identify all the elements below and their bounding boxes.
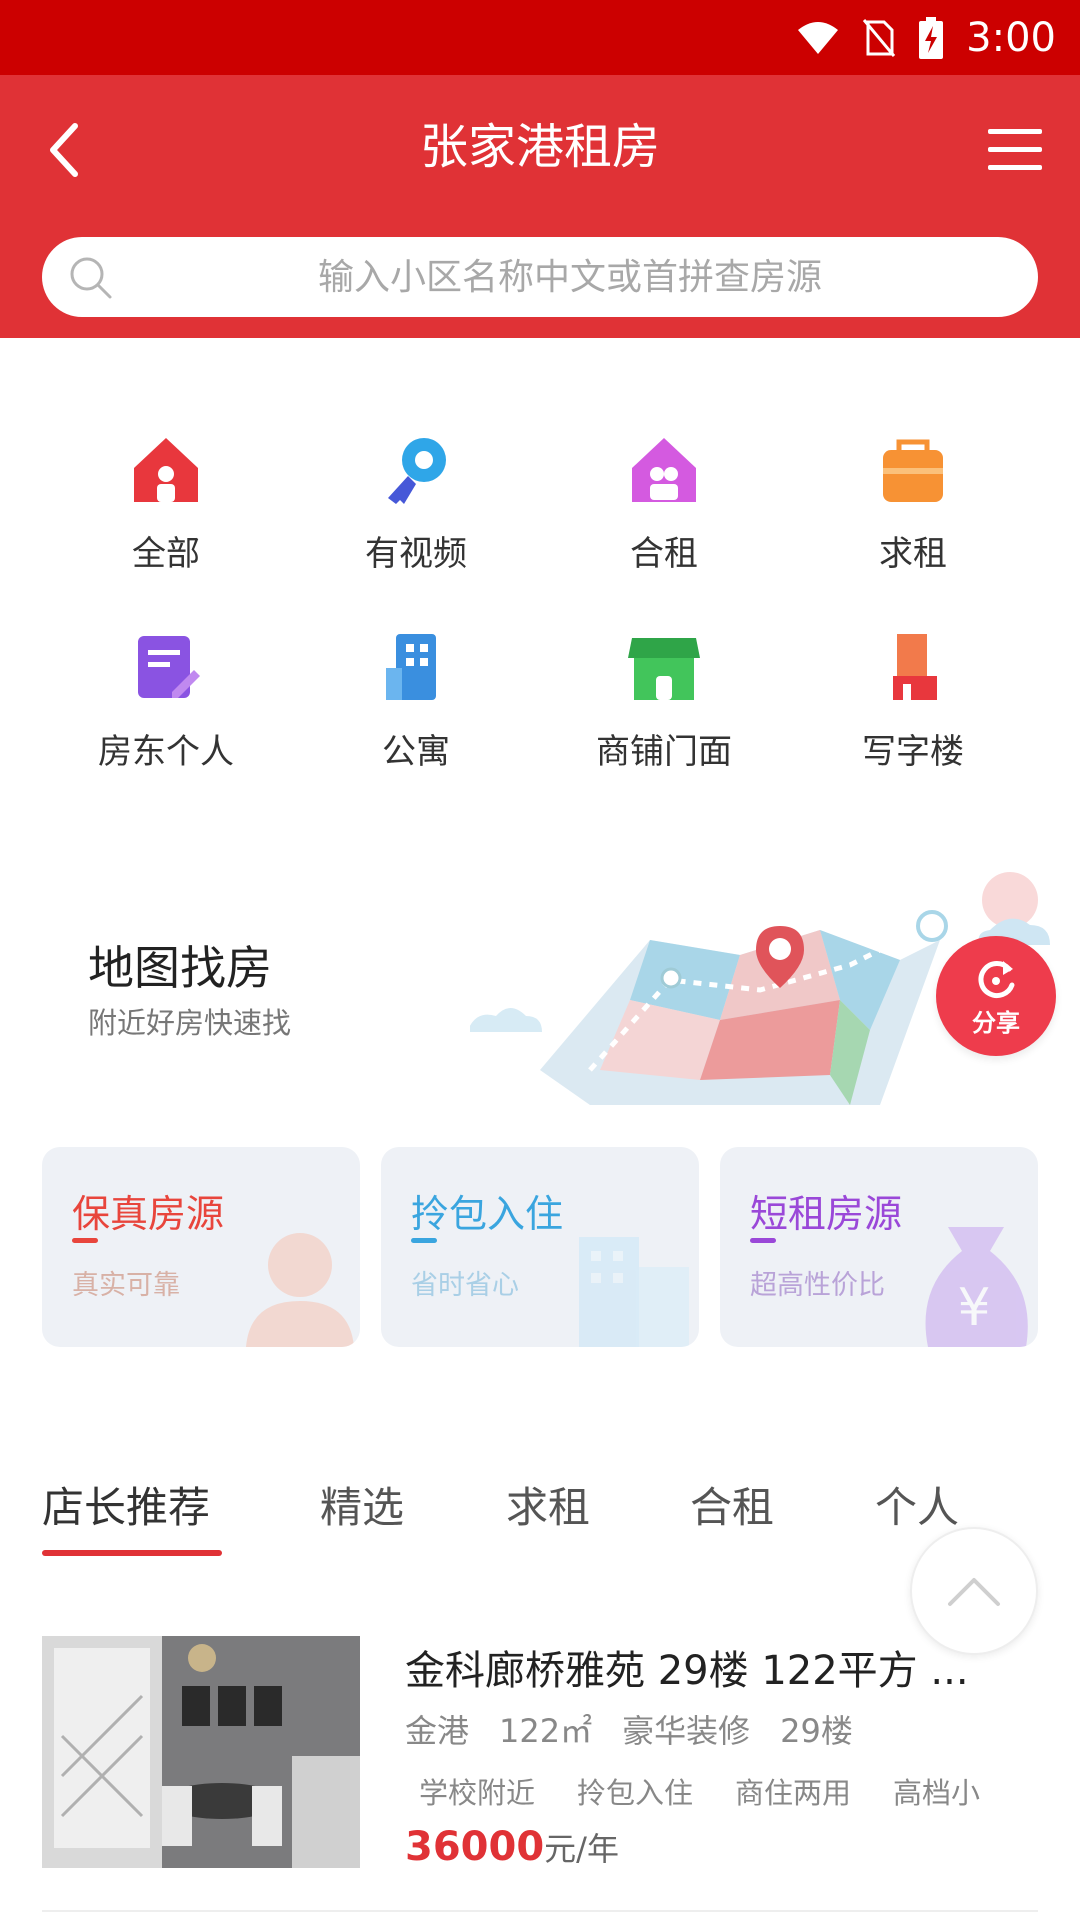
search-bar[interactable] (42, 237, 1038, 317)
tab-recommended[interactable]: 店长推荐 (42, 1474, 210, 1535)
divider (42, 1910, 1038, 1912)
shop-icon (628, 638, 700, 700)
listing-tags: 学校附近 拎包入住 商住两用 高档小 (405, 1770, 1040, 1812)
page-title: 张家港租房 (419, 119, 660, 175)
tab-seek[interactable]: 求租 (506, 1474, 590, 1535)
category-label: 求租 (879, 534, 947, 574)
battery-charging-icon (919, 16, 944, 59)
card-title: 保真房源 (72, 1192, 225, 1236)
map-title: 地图找房 (88, 941, 272, 995)
search-icon (70, 257, 112, 299)
category-label: 有视频 (365, 534, 467, 574)
tab-selected[interactable]: 精选 (320, 1474, 404, 1535)
category-seek[interactable]: 求租 (813, 430, 1013, 590)
map-search-banner[interactable]: 地图找房 附近好房快速找 (0, 870, 1080, 1110)
office-building-icon (893, 634, 937, 700)
card-underline (750, 1238, 776, 1243)
card-subtitle: 超高性价比 (750, 1270, 885, 1301)
listing-area: 金港 (405, 1712, 470, 1750)
tab-shared[interactable]: 合租 (690, 1474, 774, 1535)
category-label: 全部 (132, 534, 200, 574)
bag-icon (883, 439, 943, 502)
listing-tag: 高档小 (893, 1776, 981, 1810)
category-office[interactable]: 写字楼 (813, 628, 1013, 788)
price-unit: 元/年 (544, 1830, 619, 1868)
listing-floor: 29楼 (780, 1712, 853, 1750)
category-apartment[interactable]: 公寓 (316, 628, 516, 788)
card-title: 短租房源 (750, 1192, 903, 1236)
category-label: 合租 (630, 534, 698, 574)
category-video[interactable]: 有视频 (316, 430, 516, 590)
category-label: 房东个人 (98, 732, 234, 772)
card-underline (411, 1238, 437, 1243)
listing-tag: 学校附近 (419, 1776, 536, 1810)
card-subtitle: 真实可靠 (72, 1270, 180, 1301)
listing-size: 122㎡ (499, 1712, 593, 1750)
category-label: 商铺门面 (596, 732, 732, 772)
shared-house-icon (632, 438, 696, 502)
status-icons: 3:00 (796, 0, 1056, 75)
listing-photo (42, 1636, 360, 1868)
house-icon (134, 438, 198, 502)
list-item[interactable]: 金科廊桥雅苑 29楼 122平方 ... 金港 122㎡ 豪华装修 29楼 学校附近 拎… (0, 1630, 1080, 1920)
share-label: 分享 (972, 1008, 1020, 1037)
category-all[interactable]: 全部 (66, 430, 266, 590)
status-time: 3:00 (966, 14, 1056, 61)
tab-personal[interactable]: 个人 (875, 1474, 959, 1535)
svg-text:¥: ¥ (957, 1278, 990, 1338)
map-subtitle: 附近好房快速找 (88, 1006, 292, 1040)
listing-title: 金科廊桥雅苑 29楼 122平方 ... (405, 1648, 969, 1694)
money-bag-icon: ¥ (925, 1227, 1028, 1347)
menu-icon (988, 129, 1042, 170)
active-tab-indicator (42, 1550, 222, 1556)
key-icon (388, 438, 446, 504)
listing-decoration: 豪华装修 (622, 1712, 751, 1750)
category-label: 写字楼 (862, 732, 964, 772)
card-underline (72, 1238, 98, 1243)
share-button[interactable]: 分享 (936, 936, 1056, 1056)
person-icon (246, 1233, 354, 1347)
card-title: 拎包入住 (411, 1192, 564, 1236)
header: 张家港租房 (0, 75, 1080, 338)
category-shop[interactable]: 商铺门面 (564, 628, 764, 788)
feature-card-move-in[interactable]: 拎包入住 省时省心 (381, 1147, 699, 1347)
wifi-icon (798, 21, 839, 54)
listing-price: 36000元/年 (405, 1824, 619, 1870)
category-shared[interactable]: 合租 (564, 430, 764, 590)
no-sim-icon (863, 18, 896, 57)
listing-tag: 拎包入住 (577, 1776, 694, 1810)
feature-card-verified[interactable]: 保真房源 真实可靠 (42, 1147, 360, 1347)
search-input[interactable] (142, 237, 998, 317)
price-value: 36000 (405, 1824, 545, 1870)
menu-button[interactable] (980, 115, 1050, 185)
document-icon (138, 636, 200, 698)
card-subtitle: 省时省心 (411, 1270, 519, 1301)
feature-card-short-term[interactable]: 短租房源 超高性价比 ¥ (720, 1147, 1038, 1347)
listing-tag: 商住两用 (735, 1776, 852, 1810)
status-bar: 3:00 (0, 0, 1080, 75)
chevron-up-icon (948, 1578, 1000, 1606)
building-icon (579, 1237, 689, 1347)
listing-meta: 金港 122㎡ 豪华装修 29楼 (405, 1706, 883, 1752)
category-landlord[interactable]: 房东个人 (66, 628, 266, 788)
apartment-icon (386, 634, 436, 700)
category-label: 公寓 (382, 732, 450, 772)
refresh-icon (978, 960, 1015, 998)
listing-tabs: 店长推荐 精选 求租 合租 个人 (0, 1474, 1080, 1554)
